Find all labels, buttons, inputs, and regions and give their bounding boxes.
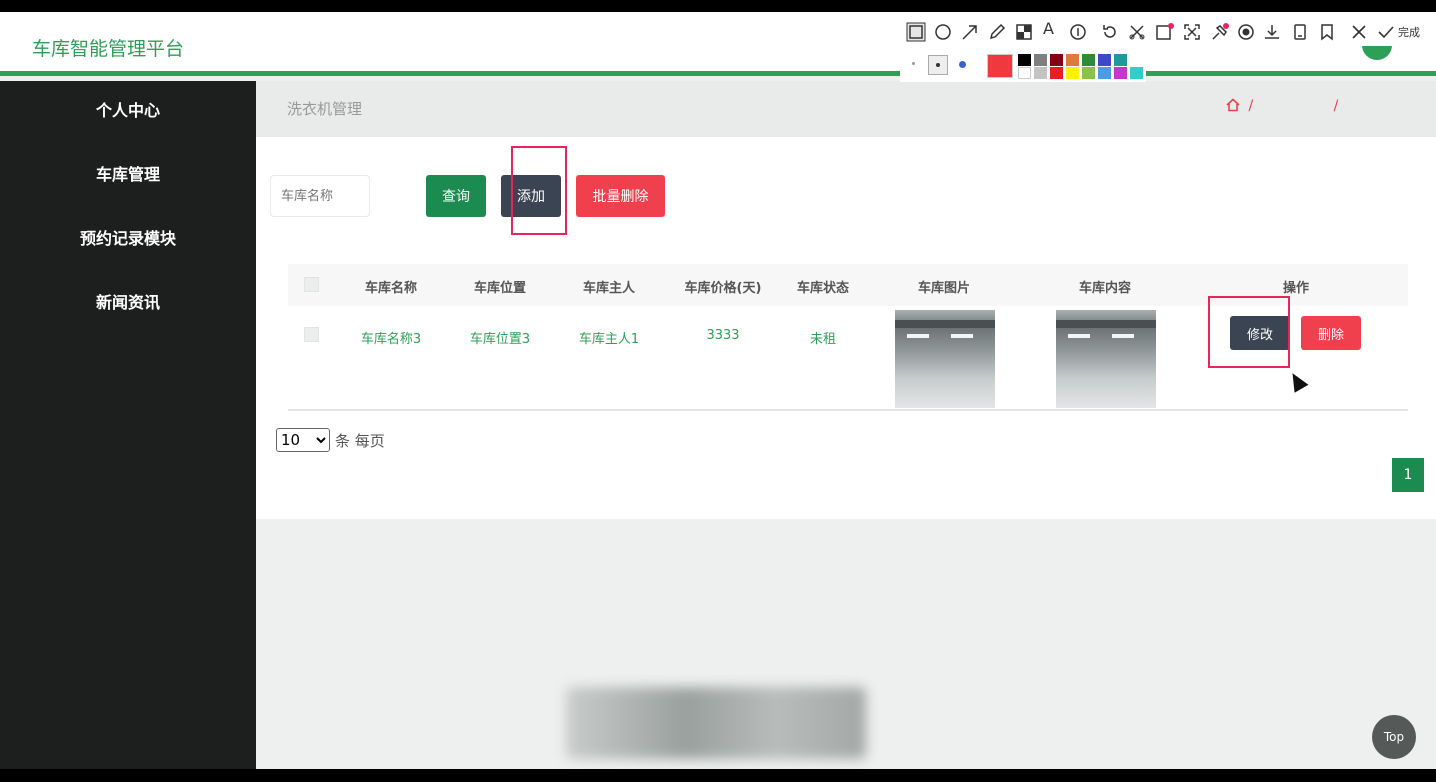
pin-icon[interactable] bbox=[1210, 22, 1230, 42]
pen-icon[interactable] bbox=[988, 23, 1006, 41]
cell-garage-status: 未租 bbox=[809, 332, 837, 347]
column-header: 车库价格(天) bbox=[684, 281, 762, 296]
brush-size-medium[interactable] bbox=[928, 55, 948, 75]
close-icon[interactable] bbox=[1350, 23, 1368, 41]
garage-name-search-input[interactable] bbox=[270, 175, 370, 217]
query-button[interactable]: 查询 bbox=[426, 175, 486, 217]
color-swatch[interactable] bbox=[1066, 67, 1079, 79]
current-color-swatch[interactable] bbox=[987, 54, 1013, 78]
bookmark-icon[interactable] bbox=[1318, 23, 1336, 41]
batch-delete-button[interactable]: 批量删除 bbox=[576, 175, 665, 217]
cell-garage-name: 车库名称3 bbox=[360, 332, 422, 347]
done-button[interactable]: 完成 bbox=[1398, 24, 1420, 40]
screenshot-toolbar: A 完成 bbox=[900, 12, 1436, 46]
scan-icon[interactable] bbox=[1183, 23, 1201, 41]
check-icon[interactable] bbox=[1377, 23, 1395, 41]
cell-garage-owner: 车库主人1 bbox=[578, 332, 640, 347]
brush-size-large[interactable] bbox=[959, 61, 966, 68]
number-icon[interactable] bbox=[1069, 23, 1087, 41]
table-header: 车库名称 车库位置 车库主人 车库价格(天) 车库状态 车库图片 车库内容 操作 bbox=[288, 264, 1408, 306]
main-content: 洗衣机管理 / / 查询 添加 批量删除 车库名称 车库位置 车库主人 车 bbox=[256, 81, 1436, 769]
delete-button[interactable]: 删除 bbox=[1301, 316, 1361, 350]
back-to-top-button[interactable]: Top bbox=[1372, 715, 1416, 759]
color-swatch[interactable] bbox=[1050, 54, 1063, 66]
column-header: 车库位置 bbox=[473, 281, 527, 296]
app-title: 车库智能管理平台 bbox=[32, 38, 185, 60]
column-header: 车库内容 bbox=[1078, 281, 1132, 296]
brush-size-small[interactable] bbox=[912, 62, 915, 65]
home-icon[interactable] bbox=[1226, 98, 1240, 112]
garage-content-image bbox=[1056, 310, 1156, 408]
save-icon[interactable] bbox=[1291, 23, 1309, 41]
row-checkbox[interactable] bbox=[304, 327, 319, 342]
color-swatch[interactable] bbox=[1018, 54, 1031, 66]
color-swatch[interactable] bbox=[1082, 67, 1095, 79]
select-all-checkbox[interactable] bbox=[304, 277, 319, 292]
undo-icon[interactable] bbox=[1101, 23, 1119, 41]
pagination-page-1[interactable]: 1 bbox=[1392, 458, 1424, 492]
color-swatch[interactable] bbox=[1050, 67, 1063, 79]
color-swatch[interactable] bbox=[1034, 67, 1047, 79]
sidebar-item-news[interactable]: 新闻资讯 bbox=[0, 289, 256, 313]
crop-icon[interactable] bbox=[1128, 23, 1146, 41]
arrow-icon[interactable] bbox=[961, 23, 979, 41]
mosaic-icon[interactable] bbox=[1015, 23, 1033, 41]
page-size-label: 条 每页 bbox=[335, 432, 385, 450]
color-swatch[interactable] bbox=[1018, 67, 1031, 79]
color-swatch[interactable] bbox=[1098, 54, 1111, 66]
cell-garage-price: 3333 bbox=[706, 328, 740, 343]
content-panel: 查询 添加 批量删除 车库名称 车库位置 车库主人 车库价格(天) 车库状态 车… bbox=[256, 137, 1436, 519]
add-button[interactable]: 添加 bbox=[501, 175, 561, 217]
sidebar-item-reservation-records[interactable]: 预约记录模块 bbox=[0, 225, 256, 249]
text-icon[interactable]: A bbox=[1043, 20, 1054, 38]
column-header: 操作 bbox=[1282, 281, 1310, 296]
blurred-region bbox=[566, 687, 866, 759]
column-header: 车库状态 bbox=[796, 281, 850, 296]
color-swatch[interactable] bbox=[1130, 67, 1143, 79]
color-swatch[interactable] bbox=[1114, 54, 1127, 66]
page-title: 洗衣机管理 bbox=[287, 100, 363, 118]
record-icon[interactable] bbox=[1237, 23, 1255, 41]
column-header: 车库主人 bbox=[582, 281, 636, 296]
color-palette bbox=[900, 46, 1146, 82]
circle-icon[interactable] bbox=[934, 23, 952, 41]
ocr-icon[interactable] bbox=[1155, 22, 1175, 42]
download-icon[interactable] bbox=[1263, 23, 1281, 41]
color-swatch[interactable] bbox=[1034, 54, 1047, 66]
column-header: 车库名称 bbox=[364, 281, 418, 296]
breadcrumb-separator: / / bbox=[1248, 98, 1377, 114]
cell-garage-location: 车库位置3 bbox=[469, 332, 531, 347]
breadcrumb: 洗衣机管理 / / bbox=[256, 81, 1436, 137]
color-swatch[interactable] bbox=[1066, 54, 1079, 66]
edit-button[interactable]: 修改 bbox=[1230, 316, 1290, 350]
sidebar-item-garage-management[interactable]: 车库管理 bbox=[0, 161, 256, 185]
column-header: 车库图片 bbox=[917, 281, 971, 296]
page-size-select[interactable]: 10 bbox=[276, 428, 330, 452]
rectangle-icon[interactable] bbox=[906, 22, 926, 42]
table-row: 车库名称3 车库位置3 车库主人1 3333 未租 修改 删除 bbox=[288, 296, 1408, 411]
sidebar: 个人中心 车库管理 预约记录模块 新闻资讯 bbox=[0, 81, 256, 769]
garage-image bbox=[895, 310, 995, 408]
app-window: 车库智能管理平台 个人中心 车库管理 预约记录模块 新闻资讯 洗衣机管理 / /… bbox=[0, 12, 1436, 769]
color-swatch[interactable] bbox=[1114, 67, 1127, 79]
color-swatch[interactable] bbox=[1082, 54, 1095, 66]
color-swatch[interactable] bbox=[1098, 67, 1111, 79]
breadcrumb-trail: / / bbox=[1226, 98, 1376, 114]
sidebar-item-personal-center[interactable]: 个人中心 bbox=[0, 97, 256, 121]
